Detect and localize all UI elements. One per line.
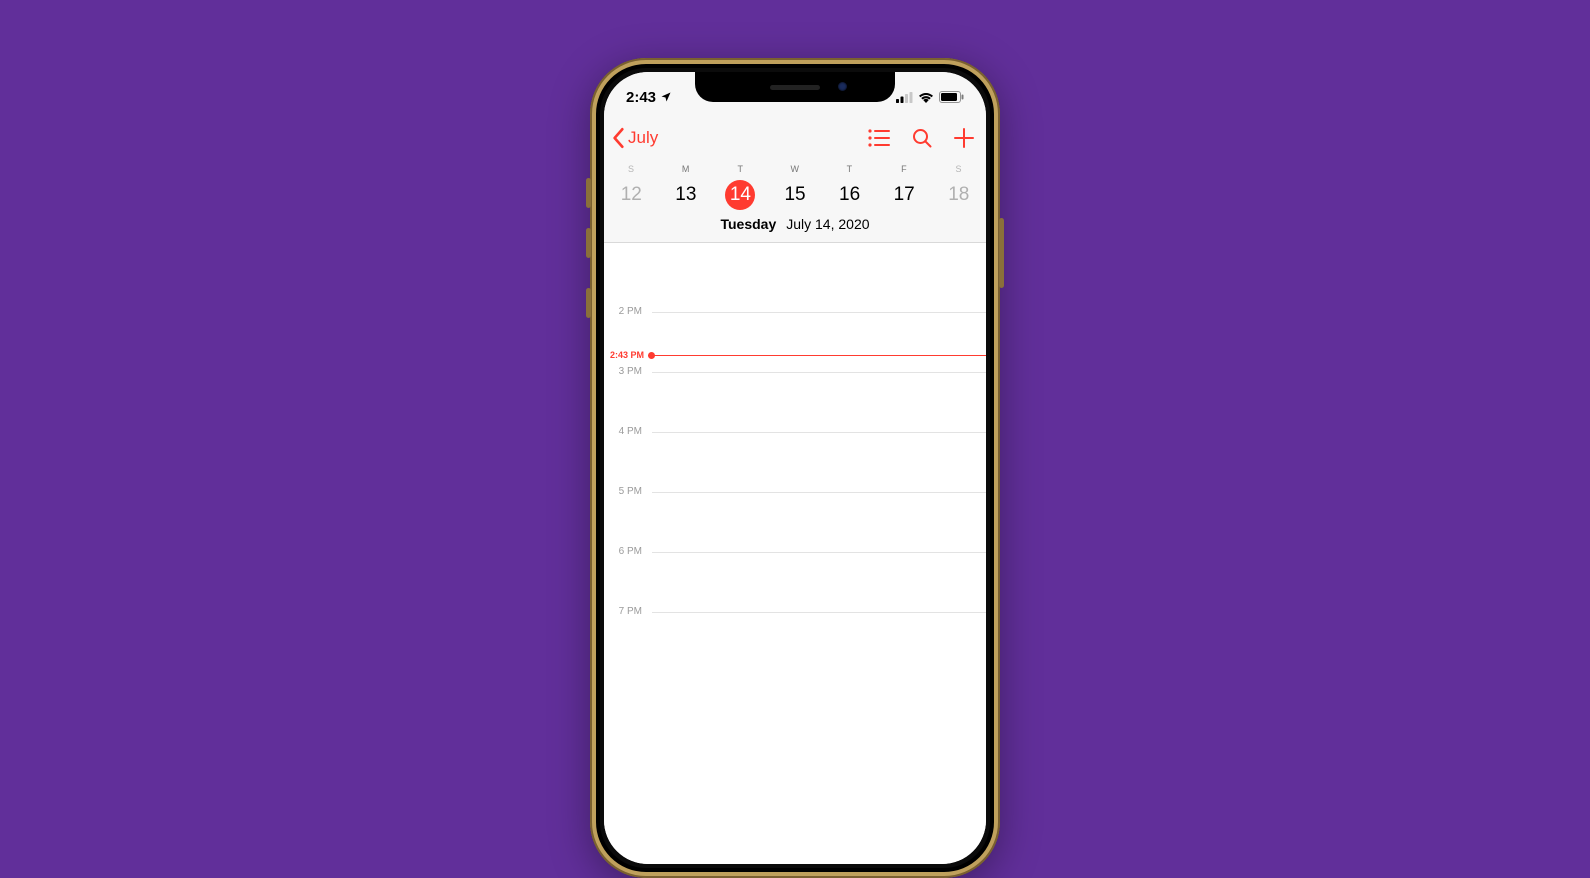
wifi-icon bbox=[918, 92, 934, 103]
hour-row: 6 PM bbox=[604, 552, 986, 612]
hour-row: 2 PM bbox=[604, 312, 986, 372]
full-date-label: Tuesday July 14, 2020 bbox=[604, 216, 986, 232]
hour-gridline bbox=[652, 552, 986, 553]
dow-label: T bbox=[822, 164, 877, 174]
hour-gridline bbox=[652, 372, 986, 373]
day-cell[interactable]: 16 bbox=[822, 174, 877, 210]
dow-label: M bbox=[659, 164, 714, 174]
dow-label: S bbox=[604, 164, 659, 174]
week-col: S bbox=[604, 164, 659, 174]
week-col: S bbox=[931, 164, 986, 174]
day-number: 14 bbox=[713, 180, 768, 210]
cellular-signal-icon bbox=[896, 92, 913, 103]
search-button[interactable] bbox=[912, 128, 932, 148]
hour-gridline bbox=[652, 612, 986, 613]
full-date: July 14, 2020 bbox=[786, 216, 869, 232]
battery-icon bbox=[939, 91, 964, 103]
week-col: W bbox=[768, 164, 823, 174]
week-col: M bbox=[659, 164, 714, 174]
day-timeline[interactable]: 2 PM3 PM4 PM5 PM6 PM7 PM 2:43 PM bbox=[604, 272, 986, 864]
day-number: 13 bbox=[659, 180, 714, 210]
day-number: 12 bbox=[604, 180, 659, 210]
week-header: SMTWTFS 12131415161718 TuesdayJuly 14, 2… bbox=[604, 160, 986, 243]
location-icon bbox=[660, 91, 672, 103]
full-weekday: Tuesday bbox=[720, 216, 776, 232]
list-icon bbox=[868, 129, 890, 147]
phone-screen: 2:43 bbox=[604, 72, 986, 864]
week-col: F bbox=[877, 164, 932, 174]
day-number: 16 bbox=[822, 180, 877, 210]
status-time: 2:43 bbox=[626, 89, 656, 106]
current-time-label: 2:43 PM bbox=[604, 350, 648, 360]
dow-label: W bbox=[768, 164, 823, 174]
day-cell[interactable]: 12 bbox=[604, 174, 659, 210]
day-number: 18 bbox=[931, 180, 986, 210]
back-button[interactable]: July bbox=[612, 127, 658, 149]
hour-label: 3 PM bbox=[604, 366, 648, 377]
front-camera bbox=[838, 82, 847, 91]
plus-icon bbox=[954, 128, 974, 148]
current-time-line bbox=[648, 355, 986, 356]
hour-gridline bbox=[652, 312, 986, 313]
status-right bbox=[896, 91, 964, 103]
current-time-dot bbox=[648, 352, 655, 359]
hour-row: 4 PM bbox=[604, 432, 986, 492]
dow-label: S bbox=[931, 164, 986, 174]
hour-row: 7 PM bbox=[604, 612, 986, 672]
nav-bar: July bbox=[604, 116, 986, 160]
day-number: 15 bbox=[768, 180, 823, 210]
hour-label: 5 PM bbox=[604, 486, 648, 497]
day-number-row: 12131415161718 bbox=[604, 174, 986, 210]
hour-row: 5 PM bbox=[604, 492, 986, 552]
dow-label: T bbox=[713, 164, 768, 174]
hour-gridline bbox=[652, 492, 986, 493]
day-cell[interactable]: 17 bbox=[877, 174, 932, 210]
hour-label: 4 PM bbox=[604, 426, 648, 437]
week-col: T bbox=[713, 164, 768, 174]
day-cell[interactable]: 13 bbox=[659, 174, 714, 210]
hour-label: 6 PM bbox=[604, 546, 648, 557]
list-view-button[interactable] bbox=[868, 129, 890, 147]
hour-row: 3 PM bbox=[604, 372, 986, 432]
hour-label: 2 PM bbox=[604, 306, 648, 317]
hour-gridline bbox=[652, 432, 986, 433]
week-col: T bbox=[822, 164, 877, 174]
speaker-grille bbox=[770, 85, 820, 90]
status-left: 2:43 bbox=[626, 89, 672, 106]
phone-device-frame: 2:43 bbox=[590, 58, 1000, 878]
hour-label: 7 PM bbox=[604, 606, 648, 617]
day-cell[interactable]: 15 bbox=[768, 174, 823, 210]
dow-label: F bbox=[877, 164, 932, 174]
day-cell[interactable]: 18 bbox=[931, 174, 986, 210]
day-cell[interactable]: 14 bbox=[713, 174, 768, 210]
search-icon bbox=[912, 128, 932, 148]
notch bbox=[695, 72, 895, 102]
chevron-left-icon bbox=[612, 127, 626, 149]
add-event-button[interactable] bbox=[954, 128, 974, 148]
day-of-week-row: SMTWTFS bbox=[604, 164, 986, 174]
back-label: July bbox=[628, 128, 658, 148]
nav-actions bbox=[868, 128, 974, 148]
day-number: 17 bbox=[877, 180, 932, 210]
